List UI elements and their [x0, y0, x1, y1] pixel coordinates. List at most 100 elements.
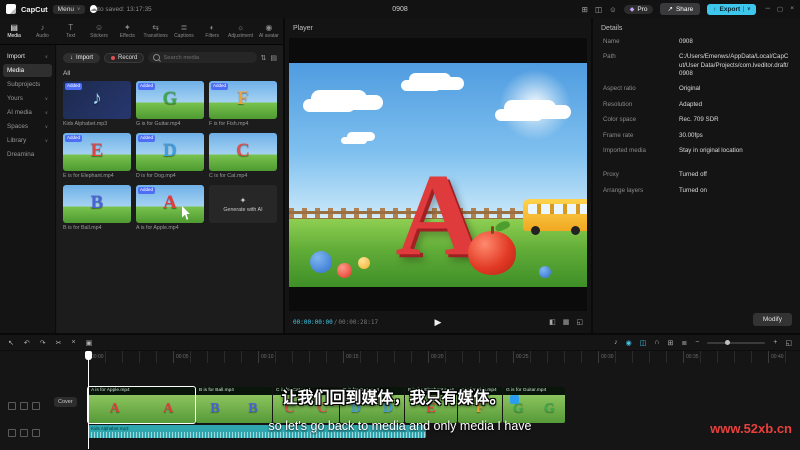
tab-icon: ☺ [94, 22, 104, 32]
sort-icon[interactable]: ⇅ [261, 54, 267, 62]
media-item[interactable]: Added ♪ ✦ Generate with AI Kids Alphabet… [63, 81, 131, 127]
media-thumbnail[interactable]: Added A ✦ Generate with AI [136, 185, 204, 223]
record-label: Record [118, 54, 138, 61]
player-title: Player [293, 25, 313, 32]
close-icon[interactable]: × [790, 5, 794, 13]
tab-captions[interactable]: ≣ Captions [170, 18, 198, 44]
modify-button[interactable]: Modify [752, 313, 792, 326]
ruler-tick[interactable]: 00:35 [683, 351, 768, 363]
ruler-tick[interactable]: 00:05 [173, 351, 258, 363]
sidebar-item-import[interactable]: Import ∨ [3, 50, 52, 63]
grid-icon[interactable]: ▦ [563, 318, 570, 326]
filter-all-label[interactable]: All [63, 70, 277, 77]
playhead-handle[interactable] [85, 351, 92, 360]
detail-value: Rec. 709 SDR [679, 116, 719, 124]
pro-label: Pro [637, 5, 648, 13]
export-button[interactable]: ↑ Export ∨ [707, 3, 757, 15]
import-button[interactable]: ↓ Import [63, 52, 101, 63]
tab-filters[interactable]: ◐ Filters [198, 18, 226, 44]
feedback-icon[interactable]: ☺ [609, 5, 617, 14]
media-thumbnail[interactable]: Added ✦ Generate with AI [209, 185, 277, 223]
media-item[interactable]: Added E ✦ Generate with AI E is for Elep… [63, 133, 131, 179]
media-thumbnail[interactable]: Added D ✦ Generate with AI [136, 133, 204, 171]
media-item[interactable]: Added ✦ Generate with AI [209, 185, 277, 231]
filter-icon[interactable]: ▤ [270, 54, 277, 62]
tab-media[interactable]: ▤ Media [0, 18, 28, 44]
mirror-icon[interactable]: ◧ [549, 318, 556, 326]
maximize-icon[interactable]: ▢ [777, 5, 783, 13]
sidebar-item-spaces[interactable]: Spaces ∨ [3, 120, 52, 133]
magnet-icon[interactable]: ∩ [654, 339, 659, 347]
media-thumbnail[interactable]: Added E ✦ Generate with AI [63, 133, 131, 171]
chevron-down-icon: ∨ [44, 123, 48, 129]
tab-icon: ☼ [236, 22, 245, 32]
media-thumbnail[interactable]: Added ♪ ✦ Generate with AI [63, 81, 131, 119]
media-item[interactable]: Added G ✦ Generate with AI G is for Guit… [136, 81, 204, 127]
ruler-tick[interactable]: 00:20 [428, 351, 513, 363]
sidebar-item-yours[interactable]: Yours ∨ [3, 92, 52, 105]
delete-icon[interactable]: × [72, 339, 76, 347]
media-item[interactable]: Added B ✦ Generate with AI B is for Ball… [63, 185, 131, 231]
tab-stickers[interactable]: ☺ Stickers [85, 18, 113, 44]
pro-button[interactable]: ◆ Pro [623, 4, 654, 14]
generate-with-ai-button[interactable]: ✦ Generate with AI [209, 196, 277, 213]
minimize-icon[interactable]: ─ [765, 5, 770, 13]
school-bus [523, 198, 587, 235]
media-thumbnail[interactable]: Added G ✦ Generate with AI [136, 81, 204, 119]
tab-effects[interactable]: ✦ Effects [113, 18, 141, 44]
tab-ai-avatar[interactable]: ◉ AI avatar [255, 18, 283, 44]
track-height-icon[interactable]: ≣ [681, 339, 687, 347]
play-button[interactable]: ▶ [435, 317, 442, 328]
media-item[interactable]: Added F ✦ Generate with AI F is for Fish… [209, 81, 277, 127]
menu-button[interactable]: Menu ∨ [52, 4, 86, 14]
search-box[interactable] [148, 52, 257, 63]
zoom-knob[interactable] [724, 339, 730, 345]
thumbnail-letter: B [90, 192, 104, 214]
player-panel: Player A 00:00:00:00 / 00:00:28:17 ▶ ◧ ▦… [285, 18, 591, 333]
sidebar-item-media[interactable]: Media [3, 64, 52, 77]
record-icon[interactable]: ◉ [626, 339, 632, 347]
snapping-icon[interactable]: ⊞ [667, 339, 673, 347]
export-dropdown-icon[interactable]: ∨ [743, 6, 750, 12]
media-item[interactable]: Added C ✦ Generate with AI C is for Cat.… [209, 133, 277, 179]
voiceover-icon[interactable]: ♪ [614, 339, 618, 347]
workspace-icon[interactable]: ⊞ [582, 5, 588, 14]
redo-icon[interactable]: ↷ [40, 339, 46, 347]
ruler-tick[interactable]: 00:10 [258, 351, 343, 363]
search-input[interactable] [163, 54, 252, 61]
detail-row: Imported media Stay in original location [603, 147, 790, 155]
tab-adjustment[interactable]: ☼ Adjustment [226, 18, 254, 44]
tab-audio[interactable]: ♪ Audio [28, 18, 56, 44]
share-button[interactable]: ↗ Share [660, 3, 701, 15]
ruler-tick[interactable]: 00:30 [598, 351, 683, 363]
media-item[interactable]: Added D ✦ Generate with AI D is for Dog.… [136, 133, 204, 179]
record-button[interactable]: Record [104, 52, 145, 63]
media-thumbnail[interactable]: Added B ✦ Generate with AI [63, 185, 131, 223]
tab-text[interactable]: T Text [57, 18, 85, 44]
chevron-down-icon: ∨ [44, 109, 48, 115]
select-tool-icon[interactable]: ↖ [8, 339, 14, 347]
media-item[interactable]: Added A ✦ Generate with AI A is for Appl… [136, 185, 204, 231]
ruler-tick[interactable]: 00:25 [513, 351, 598, 363]
media-thumbnail[interactable]: Added F ✦ Generate with AI [209, 81, 277, 119]
zoom-out-icon[interactable]: − [695, 339, 699, 346]
sidebar-item-dreamina[interactable]: Dreamina [3, 148, 52, 161]
zoom-slider[interactable] [707, 339, 766, 345]
ruler-tick[interactable]: 00:00 [88, 351, 173, 363]
mask-icon[interactable]: ▣ [86, 339, 93, 347]
ruler-tick[interactable]: 00:40 [768, 351, 800, 363]
sidebar-item-ai-media[interactable]: AI media ∨ [3, 106, 52, 119]
fit-timeline-icon[interactable]: ◱ [785, 339, 792, 347]
layout-icon[interactable]: ◫ [595, 5, 602, 14]
sidebar-item-library[interactable]: Library ∨ [3, 134, 52, 147]
zoom-in-icon[interactable]: + [773, 339, 777, 346]
sidebar-item-subprojects[interactable]: Subprojects [3, 78, 52, 91]
split-icon[interactable]: ✂ [56, 339, 62, 347]
preview-axis-icon[interactable]: ◫ [640, 339, 647, 347]
media-thumbnail[interactable]: Added C ✦ Generate with AI [209, 133, 277, 171]
timeline-toolbar: ↖ ↶ ↷ ✂ × ▣ ♪ ◉ ◫ ∩ ⊞ ≣ − + ◱ [0, 335, 800, 351]
undo-icon[interactable]: ↶ [24, 339, 30, 347]
tab-transitions[interactable]: ⇆ Transitions [141, 18, 169, 44]
fullscreen-icon[interactable]: ◱ [576, 318, 583, 326]
ruler-tick[interactable]: 00:15 [343, 351, 428, 363]
